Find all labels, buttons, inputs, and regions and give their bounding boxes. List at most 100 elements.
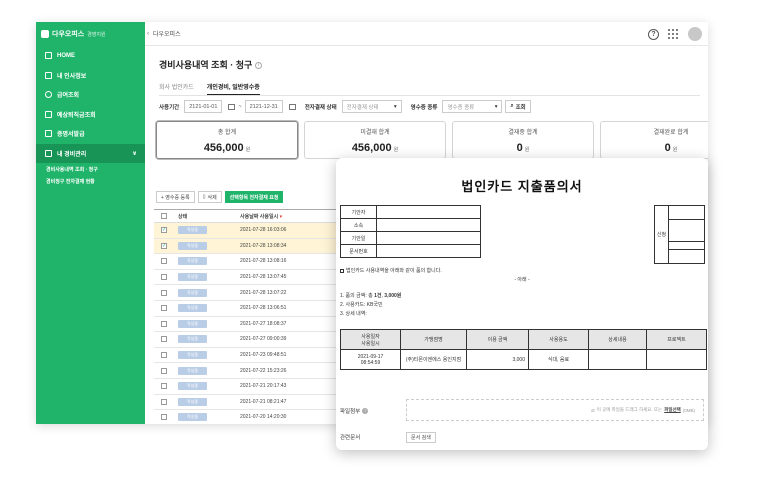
table-row[interactable]: 작성중 2021-07-28 13:08:16 [154, 254, 344, 270]
sidebar-subitem-label: 경비청구 전자결재 현황 [46, 178, 95, 185]
table-row[interactable]: 작성중 2021-07-28 13:06:51 [154, 301, 344, 317]
row-date: 2021-07-20 14:20:30 [240, 414, 287, 421]
sidebar-item-my-hr-info[interactable]: 내 인사정보 [36, 66, 145, 86]
summary-card-total[interactable]: 총 합계 456,000 원 [156, 121, 298, 159]
row-check-cell [154, 336, 174, 343]
row-checkbox[interactable] [161, 398, 167, 405]
row-checkbox[interactable] [161, 383, 167, 390]
logo[interactable]: 다우오피스 경영지원 [36, 22, 145, 46]
row-check-cell [154, 398, 174, 405]
row-date: 2021-07-28 13:08:16 [240, 258, 287, 265]
status-badge: 작성중 [178, 397, 207, 406]
app-grid-icon[interactable] [668, 28, 679, 40]
sidebar-item-home[interactable]: HOME [36, 46, 145, 66]
sidebar-item-my-expenses[interactable]: 내 경비관리 ∨ [36, 143, 145, 163]
table-row[interactable]: 작성중 2021-07-27 18:08:37 [154, 317, 344, 333]
card-label: 총 합계 [217, 130, 237, 136]
detail-row: 2021-09-17 08:54:59 (주)티몬이엔에스 용인지점 3,000… [340, 349, 707, 370]
trash-icon: ▯ [202, 194, 206, 200]
row-checkbox[interactable] [161, 258, 167, 265]
status-badge: 작성중 [178, 366, 207, 375]
row-status-cell: 작성중 [174, 319, 240, 328]
sidebar-item-severance[interactable]: 예상퇴직금조회 [36, 105, 145, 125]
table-row[interactable]: 작성중 2021-07-28 13:07:45 [154, 270, 344, 286]
help-icon[interactable]: ? [648, 28, 659, 40]
row-checkbox[interactable] [161, 336, 167, 343]
date-from-value: 2121-01-01 [189, 103, 218, 110]
help-icon[interactable]: ? [362, 408, 369, 414]
header-date[interactable]: 사용날짜 사용일시 ▾ [240, 213, 344, 220]
row-status-cell: 작성중 [174, 304, 240, 313]
row-checkbox[interactable] [161, 305, 167, 312]
row-date: 2021-07-28 13:07:22 [240, 289, 287, 296]
date-to-input[interactable]: 2121-12-31 [244, 100, 283, 113]
row-status-cell: 작성중 [174, 366, 240, 375]
row-checkbox[interactable] [161, 289, 167, 296]
id-card-icon [45, 71, 52, 79]
row-checkbox[interactable] [161, 274, 167, 281]
search-button[interactable]: ⌕ 조회 [505, 100, 531, 113]
select-all-checkbox[interactable] [161, 213, 167, 219]
delete-button-label: 삭제 [207, 194, 217, 201]
table-row[interactable]: 작성중 2021-07-21 08:21:47 [154, 395, 344, 411]
table-row[interactable]: 작성중 2021-07-21 20:17:43 [154, 379, 344, 395]
row-status-cell: 작성중 [174, 288, 240, 297]
receipt-type-select[interactable]: 영수증 종류 ▾ [442, 100, 503, 113]
row-checkbox[interactable]: ✓ [161, 242, 167, 249]
info-value [376, 244, 481, 258]
info-label: 소속 [340, 218, 377, 232]
summary-card-approved[interactable]: 결재완료 합계 0원 [600, 121, 708, 159]
detail-header: 사용일자 사용일시 [340, 329, 401, 350]
table-row[interactable]: ✓ 작성중 2021-07-28 13:08:34 [154, 238, 344, 255]
sidebar-item-certificate[interactable]: 증명서발급 [36, 124, 145, 144]
row-checkbox[interactable] [161, 414, 167, 421]
info-value [376, 218, 481, 232]
file-select-link[interactable]: 파일선택 [664, 407, 681, 413]
avatar[interactable] [688, 27, 702, 41]
tab-personal-expense[interactable]: 개인경비, 일반영수증 [206, 82, 260, 96]
sidebar-subitem-approval-status[interactable]: 경비청구 전자결재 현황 [36, 175, 145, 187]
row-check-cell [154, 289, 174, 296]
detail-header: 가맹점명 [400, 329, 467, 350]
summary-line-detail: 3. 상세 내역: [340, 311, 367, 317]
row-checkbox[interactable] [161, 320, 167, 327]
calendar-icon[interactable] [228, 103, 236, 110]
table-row[interactable]: ✓ 작성중 2021-07-28 16:03:06 [154, 223, 344, 239]
collapse-sidebar-icon[interactable]: ‹ [147, 31, 149, 37]
request-approval-button[interactable]: 선택항목 전자결재 요청 [224, 191, 284, 203]
sidebar-item-salary[interactable]: 급여조회 [36, 85, 145, 105]
detail-header: 이용 금액 [466, 329, 529, 350]
calendar-icon[interactable] [288, 103, 296, 110]
approval-status-select[interactable]: 전자결재 상태 ▾ [341, 100, 402, 113]
row-check-cell [154, 258, 174, 265]
info-icon[interactable]: i [255, 62, 263, 70]
row-checkbox[interactable]: ✓ [161, 227, 167, 234]
table-row[interactable]: 작성중 2021-07-23 09:48:51 [154, 348, 344, 364]
date-from-input[interactable]: 2121-01-01 [184, 100, 223, 113]
row-check-cell [154, 305, 174, 312]
drafter-info-table: 기안자 소속 기안일 문서번호 [340, 205, 481, 258]
tabs: 회사 법인카드 개인경비, 일반영수증 [159, 82, 260, 96]
sign-cell [668, 249, 705, 264]
row-date: 2021-07-22 15:23:26 [240, 367, 287, 374]
tab-corporate-card[interactable]: 회사 법인카드 [159, 82, 194, 96]
row-check-cell [154, 320, 174, 327]
row-checkbox[interactable] [161, 352, 167, 359]
row-status-cell: 작성중 [174, 257, 240, 266]
row-checkbox[interactable] [161, 367, 167, 374]
summary-card-unapproved[interactable]: 미결재 합계 456,000 원 [304, 121, 446, 159]
file-dropzone[interactable]: ⌀ 이 곳에 파일을 드래그 하세요. 또는 파일선택 (0MB) [406, 399, 704, 421]
row-status-cell: 작성중 [174, 241, 240, 250]
summary-card-in-progress[interactable]: 결재중 합계 0원 [452, 121, 594, 159]
search-icon: ⌕ [510, 103, 514, 109]
table-row[interactable]: 작성중 2021-07-20 14:20:30 [154, 410, 344, 424]
delete-button[interactable]: ▯ 삭제 [197, 191, 222, 203]
expense-document-preview: 법인카드 지출품의서 기안자 소속 기안일 문서번호 신청 법인카드 사용내역을… [336, 158, 708, 450]
table-row[interactable]: 작성중 2021-07-28 13:07:22 [154, 285, 344, 301]
add-receipt-button[interactable]: + 영수증 등록 [156, 191, 195, 203]
table-row[interactable]: 작성중 2021-07-22 15:23:26 [154, 363, 344, 379]
related-docs-row: 관련문서 문서 검색 [336, 430, 708, 444]
document-search-button[interactable]: 문서 검색 [406, 431, 436, 443]
table-row[interactable]: 작성중 2021-07-27 09:00:39 [154, 332, 344, 348]
sidebar-subitem-expense-history[interactable]: 경비사용내역 조회 · 청구 [36, 163, 145, 175]
